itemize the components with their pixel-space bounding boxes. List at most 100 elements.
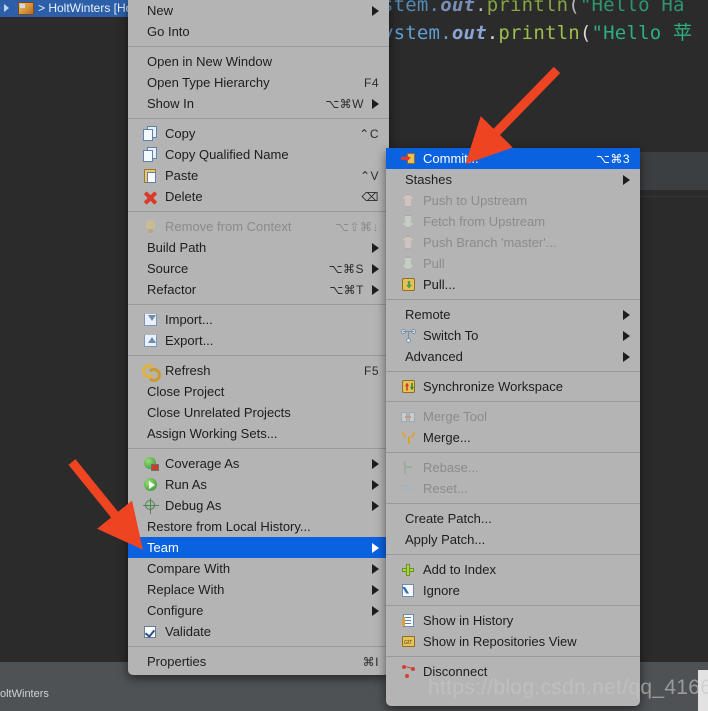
- menu-item-label: Delete: [165, 189, 203, 204]
- menu-item-label: Export...: [165, 333, 214, 348]
- submenu-arrow-icon: [372, 263, 379, 274]
- menu-item-remote[interactable]: Remote: [386, 304, 640, 325]
- menu-item-synchronize-workspace[interactable]: Synchronize Workspace: [386, 376, 640, 397]
- expand-arrow-icon[interactable]: [4, 4, 9, 12]
- menu-item-ignore[interactable]: Ignore: [386, 580, 640, 601]
- menu-item-merge[interactable]: Merge...: [386, 427, 640, 448]
- menu-item-shortcut: ⌥⌘T: [329, 282, 364, 297]
- menu-item-import[interactable]: Import...: [128, 309, 389, 330]
- menu-item-coverage-as[interactable]: Coverage As: [128, 453, 389, 474]
- menu-item-source[interactable]: Source ⌥⌘S: [128, 258, 389, 279]
- team-submenu[interactable]: Commit... ⌥⌘3 Stashes Push to Upstream Fetch…: [386, 148, 640, 706]
- menu-item-open-in-new-window[interactable]: Open in New Window: [128, 51, 389, 72]
- menu-item-label: Run As: [165, 477, 207, 492]
- menu-item-copy[interactable]: Copy ⌃C: [128, 123, 389, 144]
- menu-item-advanced[interactable]: Advanced: [386, 346, 640, 367]
- menu-item-replace-with[interactable]: Replace With: [128, 579, 389, 600]
- menu-item-label: Show in Repositories View: [423, 634, 577, 649]
- menu-item-label: Go Into: [147, 24, 190, 39]
- fetch-icon: [400, 214, 418, 230]
- menu-item-show-in[interactable]: Show In ⌥⌘W: [128, 93, 389, 114]
- menu-item-close-project[interactable]: Close Project: [128, 381, 389, 402]
- submenu-arrow-icon: [372, 542, 379, 553]
- menu-item-apply-patch[interactable]: Apply Patch...: [386, 529, 640, 550]
- menu-item-label: Merge...: [423, 430, 471, 445]
- paste-icon: [142, 168, 160, 184]
- menu-item-run-as[interactable]: Run As: [128, 474, 389, 495]
- menu-item-label: Stashes: [405, 172, 452, 187]
- menu-item-go-into[interactable]: Go Into: [128, 21, 389, 42]
- menu-item-switch-to[interactable]: Switch To: [386, 325, 640, 346]
- menu-item-label: Refactor: [147, 282, 197, 297]
- code-token: out: [451, 22, 487, 44]
- menu-item-delete[interactable]: Delete ⌫: [128, 186, 389, 207]
- menu-item-refactor[interactable]: Refactor ⌥⌘T: [128, 279, 389, 300]
- menu-item-validate[interactable]: Validate: [128, 621, 389, 642]
- menu-item-show-in-history[interactable]: Show in History: [386, 610, 640, 631]
- menu-item-label: Open in New Window: [147, 54, 272, 69]
- code-token: ystem.: [382, 22, 452, 44]
- coverage-icon: [142, 456, 160, 472]
- menu-item-shortcut: F4: [363, 75, 379, 90]
- menu-item-stashes[interactable]: Stashes: [386, 169, 640, 190]
- menu-item-commit[interactable]: Commit... ⌥⌘3: [386, 148, 640, 169]
- menu-item-debug-as[interactable]: Debug As: [128, 495, 389, 516]
- ignore-icon: [400, 583, 418, 599]
- menu-item-label: Add to Index: [423, 562, 496, 577]
- menu-item-label: Properties: [147, 654, 207, 669]
- menu-separator: [128, 304, 389, 305]
- menu-item-build-path[interactable]: Build Path: [128, 237, 389, 258]
- menu-item-remove-from-context: Remove from Context ⌥⇧⌘↓: [128, 216, 389, 237]
- code-token: println: [486, 0, 569, 16]
- code-line-faded: stem.out.println("Hello Ha: [382, 0, 685, 16]
- screenshot-root: stem.out.println("Hello Ha ystem.out.pri…: [0, 0, 708, 711]
- menu-item-copy-qualified-name[interactable]: Copy Qualified Name: [128, 144, 389, 165]
- menu-item-team[interactable]: Team: [128, 537, 389, 558]
- menu-item-assign-working-sets[interactable]: Assign Working Sets...: [128, 423, 389, 444]
- menu-item-properties[interactable]: Properties ⌘I: [128, 651, 389, 672]
- menu-item-shortcut: F5: [363, 363, 379, 378]
- menu-item-show-in-repositories-view[interactable]: GIT Show in Repositories View: [386, 631, 640, 652]
- menu-item-open-type-hierarchy[interactable]: Open Type Hierarchy F4: [128, 72, 389, 93]
- menu-item-label: Copy Qualified Name: [165, 147, 289, 162]
- code-token: (: [579, 22, 592, 44]
- menu-item-export[interactable]: Export...: [128, 330, 389, 351]
- sync-icon: [400, 379, 418, 395]
- menu-item-rebase: Rebase...: [386, 457, 640, 478]
- menu-separator: [386, 401, 640, 402]
- submenu-arrow-icon: [623, 174, 630, 185]
- reset-icon: [400, 481, 418, 497]
- menu-item-label: Import...: [165, 312, 213, 327]
- menu-item-compare-with[interactable]: Compare With: [128, 558, 389, 579]
- menu-item-label: Merge Tool: [423, 409, 488, 424]
- menu-item-shortcut: ⌫: [361, 189, 379, 204]
- submenu-arrow-icon: [372, 584, 379, 595]
- menu-item-create-patch[interactable]: Create Patch...: [386, 508, 640, 529]
- copy-icon: [142, 125, 160, 142]
- menu-item-fetch-from-upstream: Fetch from Upstream: [386, 211, 640, 232]
- menu-separator: [128, 355, 389, 356]
- menu-item-close-unrelated-projects[interactable]: Close Unrelated Projects: [128, 402, 389, 423]
- menu-item-shortcut: ⌥⌘W: [325, 96, 364, 111]
- menu-item-shortcut: ⌥⌘S: [328, 261, 364, 276]
- submenu-arrow-icon: [372, 500, 379, 511]
- menu-item-paste[interactable]: Paste ⌃V: [128, 165, 389, 186]
- menu-item-new[interactable]: New: [128, 0, 389, 21]
- menu-separator: [386, 503, 640, 504]
- submenu-arrow-icon: [372, 605, 379, 616]
- menu-item-pull[interactable]: Pull...: [386, 274, 640, 295]
- menu-item-add-to-index[interactable]: Add to Index: [386, 559, 640, 580]
- menu-item-shortcut: ⌘I: [362, 654, 379, 669]
- project-context-menu[interactable]: New Go Into Open in New Window Open Type Hi…: [128, 0, 389, 675]
- menu-item-refresh[interactable]: Refresh F5: [128, 360, 389, 382]
- run-icon: [142, 477, 160, 493]
- refresh-icon: [142, 363, 161, 382]
- submenu-arrow-icon: [372, 98, 379, 109]
- menu-item-label: Close Unrelated Projects: [147, 405, 291, 420]
- repositories-icon: GIT: [400, 634, 418, 650]
- menu-item-restore-from-local-history[interactable]: Restore from Local History...: [128, 516, 389, 537]
- submenu-arrow-icon: [623, 351, 630, 362]
- status-bar-text: oltWinters: [0, 688, 49, 700]
- menu-separator: [386, 656, 640, 657]
- menu-item-configure[interactable]: Configure: [128, 600, 389, 621]
